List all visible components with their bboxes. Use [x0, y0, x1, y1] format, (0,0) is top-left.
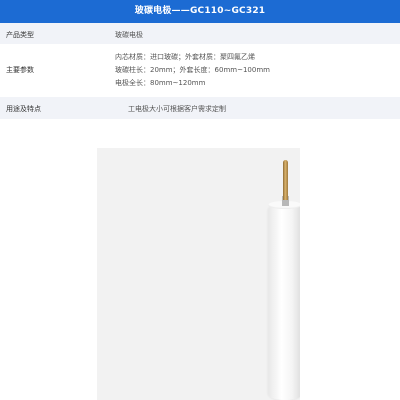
product-photo: [97, 148, 300, 400]
spec-row-usage: 用途及特点 工电极大小可根据客户需求定制: [0, 97, 400, 119]
param-line: 玻碳柱长：20mm；外套长度：60mm~100mm: [115, 66, 270, 74]
param-line: 内芯材质：进口玻碳；外套材质：聚四氟乙烯: [115, 53, 255, 61]
spec-value: 玻碳电极: [115, 31, 143, 39]
electrode-wire: [283, 160, 288, 200]
spec-label: 用途及特点: [6, 105, 41, 113]
spec-label: 主要参数: [6, 66, 34, 74]
spec-value: 工电极大小可根据客户需求定制: [128, 105, 226, 113]
electrode-tube: [268, 204, 300, 400]
spec-row-main-params: 主要参数 内芯材质：进口玻碳；外套材质：聚四氟乙烯 玻碳柱长：20mm；外套长度…: [0, 44, 400, 97]
page-title: 玻碳电极——GC110~GC321: [0, 0, 400, 23]
param-line: 电极全长：80mm~120mm: [115, 79, 206, 87]
spec-label: 产品类型: [6, 31, 34, 39]
spec-row-product-type: 产品类型 玻碳电极: [0, 23, 400, 44]
spec-params: 内芯材质：进口玻碳；外套材质：聚四氟乙烯 玻碳柱长：20mm；外套长度：60mm…: [115, 51, 270, 90]
